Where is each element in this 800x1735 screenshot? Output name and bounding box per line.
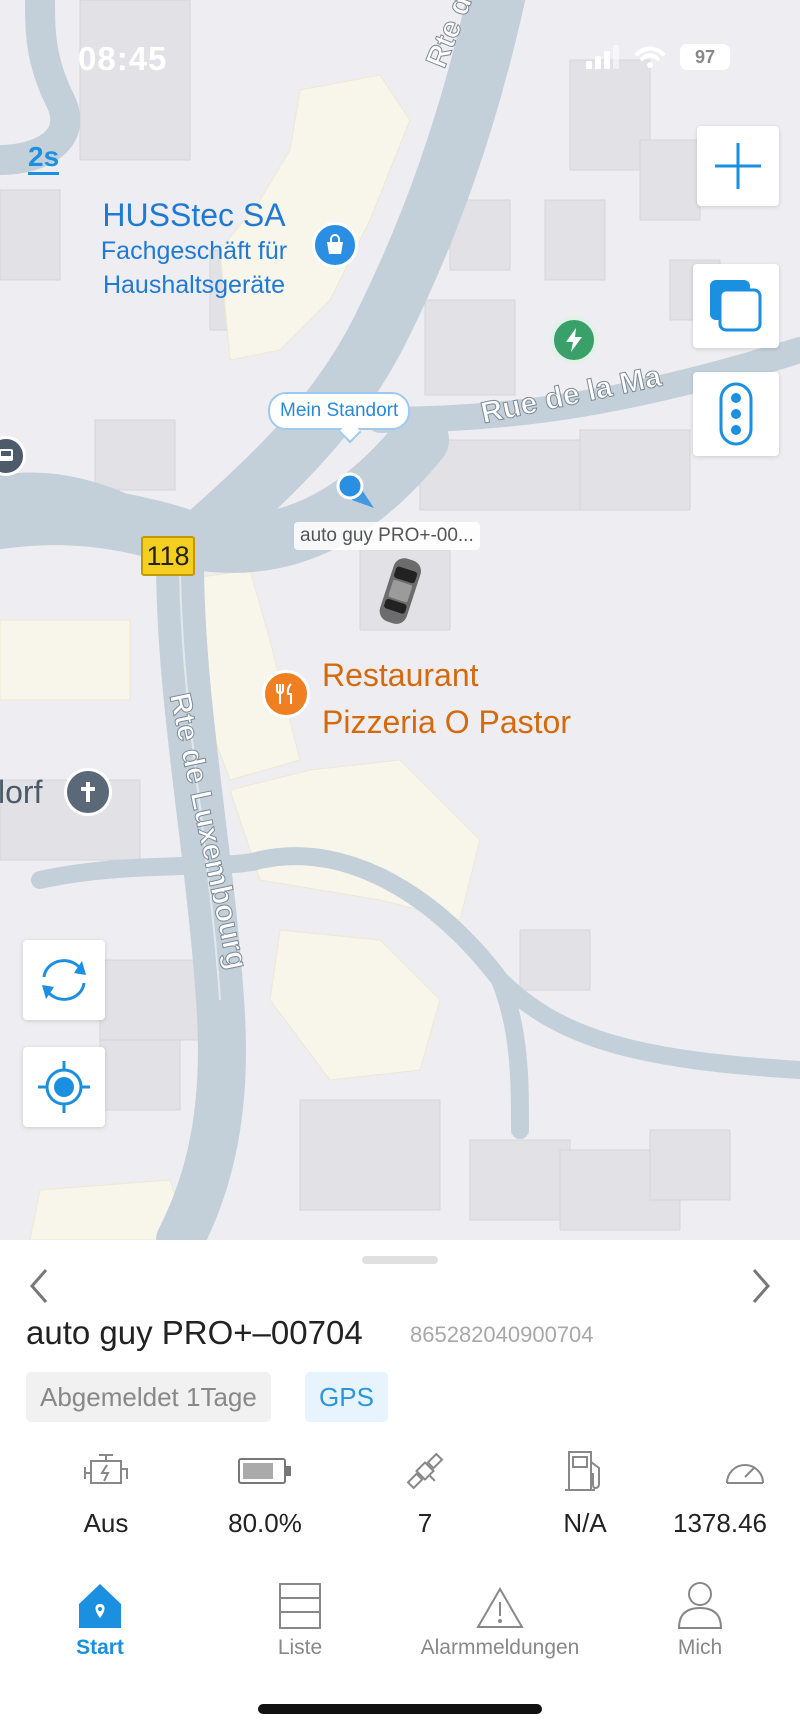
chevron-right-icon	[752, 1269, 770, 1303]
my-location-callout: Mein Standort	[268, 392, 411, 430]
stat-battery: 80.0%	[195, 1446, 335, 1539]
battery-value: 80.0%	[228, 1508, 302, 1538]
status-icons: 97	[586, 44, 730, 70]
satellite-icon	[406, 1452, 444, 1490]
previous-device-button[interactable]	[26, 1266, 52, 1313]
home-indicator	[258, 1704, 542, 1714]
device-imei: 865282040900704	[410, 1322, 594, 1347]
map-view[interactable]: 08:45 97 2s Rte d'Ech Rue de la Ma Rte d…	[0, 0, 800, 1240]
locate-me-button[interactable]	[23, 1047, 105, 1127]
status-time: 08:45	[78, 40, 168, 77]
poi-restaurant-line2: Pizzeria O Pastor	[322, 704, 571, 740]
user-icon	[677, 1582, 723, 1629]
speedometer-icon	[726, 1464, 764, 1484]
church-icon[interactable]	[64, 768, 112, 816]
map-scale: 2s	[28, 142, 60, 175]
engine-icon	[84, 1454, 128, 1484]
stat-fuel: N/A	[515, 1446, 655, 1539]
zoom-in-button[interactable]	[697, 126, 779, 206]
layers-icon	[710, 280, 762, 332]
next-device-button[interactable]	[748, 1266, 774, 1313]
bottom-tab-bar: Start Liste Alarmmeldungen Mich	[0, 1570, 800, 1680]
map-layers-button[interactable]	[693, 264, 779, 348]
fuel-value: N/A	[563, 1508, 607, 1538]
refresh-button[interactable]	[23, 940, 105, 1020]
tab-liste[interactable]: Liste	[210, 1570, 390, 1660]
engine-value: Aus	[83, 1508, 129, 1538]
tab-start[interactable]: Start	[10, 1570, 190, 1660]
refresh-icon	[42, 959, 86, 1001]
poi-husstec-line1: Fachgeschäft für	[100, 237, 288, 265]
stat-engine: Aus	[36, 1446, 176, 1539]
tab-mich[interactable]: Mich	[610, 1570, 790, 1660]
warning-icon	[476, 1587, 524, 1628]
battery-indicator: 97	[680, 44, 730, 70]
status-badge: Abgemeldet 1Tage	[26, 1372, 271, 1422]
gps-badge: GPS	[305, 1372, 388, 1422]
poi-church-label[interactable]: lorf	[0, 774, 42, 811]
satellites-value: 7	[417, 1508, 433, 1538]
my-location-marker-icon[interactable]	[332, 472, 380, 512]
poi-husstec-label[interactable]: HUSStec SA Fachgeschäft für Haushaltsger…	[74, 196, 314, 302]
mileage-value: 1378.46	[673, 1508, 767, 1538]
poi-restaurant-line1: Restaurant	[322, 657, 479, 693]
fuel-icon	[565, 1451, 600, 1491]
poi-husstec-line2: Haushaltsgeräte	[102, 271, 286, 299]
car-marker-icon[interactable]	[370, 552, 430, 632]
poi-restaurant-label[interactable]: Restaurant Pizzeria O Pastor	[322, 652, 571, 746]
stat-mileage: 1378.46	[673, 1446, 800, 1539]
traffic-button[interactable]	[693, 372, 779, 456]
wifi-icon	[635, 46, 665, 68]
tab-liste-label: Liste	[277, 1636, 323, 1659]
plus-icon	[715, 143, 761, 189]
tab-alarms[interactable]: Alarmmeldungen	[400, 1570, 600, 1660]
stat-satellites: 7	[355, 1446, 495, 1539]
tab-start-label: Start	[76, 1636, 124, 1659]
tab-mich-label: Mich	[677, 1636, 723, 1659]
tab-alarms-label: Alarmmeldungen	[420, 1636, 580, 1659]
device-name: auto guy PRO+–00704	[26, 1314, 363, 1351]
poi-husstec-name: HUSStec SA	[102, 197, 286, 233]
route-number-badge: 118	[141, 536, 195, 576]
drag-handle[interactable]	[362, 1256, 438, 1264]
restaurant-icon[interactable]	[262, 670, 310, 718]
device-info-panel: auto guy PRO+–00704 865282040900704 Abge…	[0, 1240, 800, 1735]
crosshair-icon	[38, 1061, 90, 1113]
list-icon	[279, 1583, 321, 1629]
signal-icon	[586, 45, 619, 69]
charging-station-icon[interactable]	[550, 316, 598, 364]
device-map-label: auto guy PRO+-00...	[294, 522, 480, 550]
battery-icon	[238, 1458, 291, 1484]
shopping-bag-icon[interactable]	[312, 222, 358, 268]
chevron-left-icon	[30, 1269, 48, 1303]
traffic-light-icon	[719, 382, 753, 446]
home-icon	[79, 1584, 121, 1628]
device-stats: Aus 80.0% 7 N/A 1378.46	[0, 1446, 800, 1556]
